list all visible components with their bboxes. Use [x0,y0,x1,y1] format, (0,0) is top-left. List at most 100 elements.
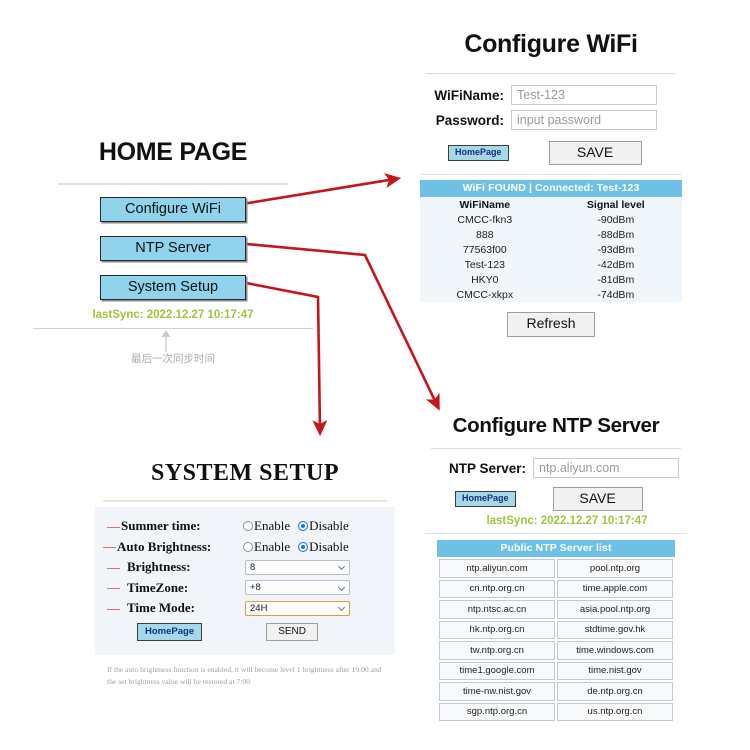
wifi-name-input[interactable]: Test-123 [511,85,657,105]
radio-auto-brightness-enable[interactable] [243,541,253,552]
wifi-password-row: Password: input password [420,110,682,130]
auto-brightness-label: Auto Brightness: [117,538,212,554]
time-mode-value: 24H [250,602,268,614]
configure-wifi-title: Configure WiFi [464,30,638,58]
ntp-cell[interactable]: tw.ntp.org.cn [439,641,555,660]
ntp-list-header: Public NTP Server list [437,540,675,558]
table-row[interactable]: CMCC-xkpx -74dBm [420,287,682,302]
radio-auto-brightness-disable[interactable] [298,541,309,552]
ntp-save-button[interactable]: SAVE [552,487,643,512]
configure-ntp-title: Configure NTP Server [452,414,660,437]
ntp-server-label: NTP Server: [448,460,526,476]
ntp-last-sync: lastSync: 2022.12.27 10:17:47 [486,515,648,528]
wifi-refresh-row: Refresh [420,312,682,337]
system-setup-form: — Summer time: Enable Disable — Auto Bri… [95,507,395,655]
wifi-found-table: WiFiName Signal level CMCC-fkn3 -90dBm 8… [420,197,682,302]
system-setup-send-button[interactable]: SEND [266,622,319,641]
wifi-name-row: WiFiName: Test-123 [420,85,682,105]
ntp-cell[interactable]: time1.google.com [439,661,555,681]
list-item[interactable]: sgp.ntp.org.cn us.ntp.org.cn [439,702,673,722]
home-button-ntp-server[interactable]: NTP Server [100,236,246,261]
wifi-cell-name: 77563f00 [462,243,507,256]
wifi-password-label: Password: [435,112,504,128]
home-page-button-list: Configure WiFi NTP Server System Setup [100,197,246,300]
summer-time-enable-label[interactable]: Enable [254,518,290,534]
home-page-annotation-text: 最后一次同步时间 [131,353,215,365]
dash-icon: — [107,600,120,616]
chevron-down-icon [337,604,346,612]
dash-icon: — [107,580,120,596]
ntp-list-wrap: Public NTP Server list ntp.aliyun.com po… [425,540,687,723]
system-setup-panel: SYSTEM SETUP — Summer time: Enable Disab… [95,460,395,688]
row-brightness: — Brightness: 8 [95,557,395,578]
dash-icon: — [107,559,120,575]
time-mode-select[interactable]: 24H [245,600,350,616]
ntp-cell[interactable]: time.apple.com [557,579,673,599]
timezone-label: TimeZone: [127,579,189,595]
ntp-cell[interactable]: sgp.ntp.org.cn [439,702,555,722]
table-row[interactable]: CMCC-fkn3 -90dBm [420,212,682,227]
ntp-cell[interactable]: us.ntp.org.cn [557,702,673,722]
annotation-pointer [28,329,318,353]
list-item[interactable]: tw.ntp.org.cn time.windows.com [439,641,673,660]
list-item[interactable]: cn.ntp.org.cn time.apple.com [439,579,673,599]
ntp-server-list-table: ntp.aliyun.com pool.ntp.org cn.ntp.org.c… [437,557,675,723]
list-item[interactable]: time1.google.com time.nist.gov [439,661,673,681]
wifi-cell-signal: -93dBm [597,243,635,256]
list-item[interactable]: time-nw.nist.gov de.ntp.org.cn [439,682,673,701]
table-row[interactable]: Test-123 -42dBm [420,257,682,272]
wifi-name-label: WiFiName: [434,87,504,103]
ntp-cell[interactable]: cn.ntp.org.cn [439,579,555,599]
home-button-configure-wifi[interactable]: Configure WiFi [100,197,246,222]
wifi-refresh-button[interactable]: Refresh [507,312,595,337]
ntp-cell[interactable]: time-nw.nist.gov [439,682,555,701]
wifi-cell-signal: -74dBm [597,288,635,301]
chevron-down-icon [337,563,346,571]
wifi-cell-signal: -88dBm [597,228,635,241]
wifi-cell-signal: -90dBm [597,213,635,226]
ntp-cell[interactable]: ntp.ntsc.ac.cn [439,600,555,619]
configure-wifi-actions: HomePage SAVE [420,141,682,166]
ntp-cell[interactable]: ntp.aliyun.com [439,559,555,578]
configure-ntp-panel: Configure NTP Server NTP Server: ntp.ali… [425,414,687,723]
ntp-server-row: NTP Server: ntp.aliyun.com [425,458,687,478]
configure-wifi-divider [426,73,676,74]
ntp-cell[interactable]: asia.pool.ntp.org [557,600,673,619]
wifi-cell-name: CMCC-fkn3 [457,213,513,226]
home-page-title: HOME PAGE [98,138,248,166]
wifi-cell-signal: -42dBm [597,258,635,271]
home-page-divider [58,183,288,185]
system-setup-homepage-button[interactable]: HomePage [137,622,203,641]
ntp-cell[interactable]: stdtime.gov.hk [557,620,673,640]
wifi-homepage-button[interactable]: HomePage [448,145,509,162]
ntp-cell[interactable]: time.windows.com [557,641,673,660]
brightness-select[interactable]: 8 [245,559,350,575]
table-row[interactable]: 77563f00 -93dBm [420,242,682,257]
timezone-select[interactable]: +8 [245,580,350,596]
wifi-save-button[interactable]: SAVE [548,141,642,166]
home-button-system-setup[interactable]: System Setup [100,275,246,300]
summer-time-disable-label[interactable]: Disable [309,518,349,534]
radio-summer-time-enable[interactable] [243,521,253,532]
wifi-found-table-wrap: WiFi FOUND | Connected: Test-123 WiFiNam… [420,180,682,303]
wifi-cell-name: 888 [476,228,494,241]
auto-brightness-enable-label[interactable]: Enable [254,539,290,555]
ntp-cell[interactable]: de.ntp.org.cn [557,682,673,701]
ntp-cell[interactable]: pool.ntp.org [557,559,673,578]
summer-time-label: Summer time: [121,518,201,534]
wifi-password-input[interactable]: input password [511,110,657,130]
list-item[interactable]: hk.ntp.org.cn stdtime.gov.hk [439,620,673,640]
ntp-homepage-button[interactable]: HomePage [455,491,516,508]
system-setup-title: SYSTEM SETUP [150,460,340,486]
ntp-cell[interactable]: time.nist.gov [557,661,673,681]
table-row[interactable]: 888 -88dBm [420,227,682,242]
wifi-cell-signal: -81dBm [597,273,635,286]
ntp-cell[interactable]: hk.ntp.org.cn [439,620,555,640]
row-auto-brightness: — Auto Brightness: Enable Disable [95,537,395,558]
radio-summer-time-disable[interactable] [298,521,309,532]
ntp-server-input[interactable]: ntp.aliyun.com [533,458,679,478]
auto-brightness-disable-label[interactable]: Disable [309,539,349,555]
list-item[interactable]: ntp.aliyun.com pool.ntp.org [439,559,673,578]
list-item[interactable]: ntp.ntsc.ac.cn asia.pool.ntp.org [439,600,673,619]
table-row[interactable]: HKY0 -81dBm [420,272,682,287]
